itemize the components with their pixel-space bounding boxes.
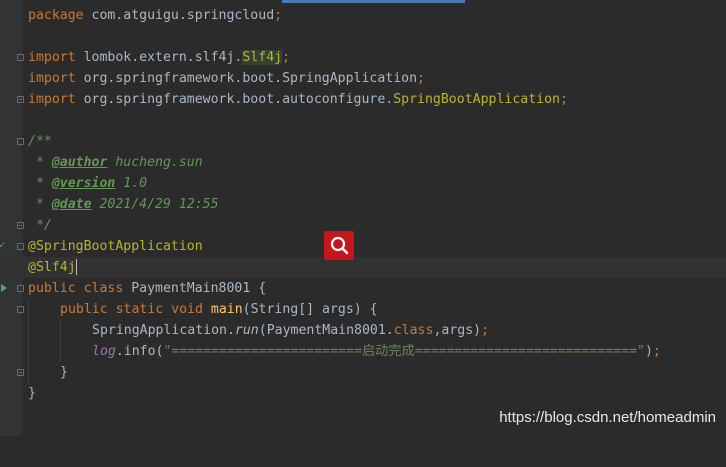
search-badge[interactable] [324,231,354,260]
indent-guide [28,362,29,383]
annotation-springbootapplication: @SpringBootApplication [28,239,203,254]
string-literal: "========================启动完成===========… [163,344,645,359]
keyword-public-class: public class [28,281,124,296]
horizontal-scroll-thumb[interactable] [282,0,465,3]
semicolon: ; [282,50,291,65]
doc-comment-prefix: * [28,197,52,212]
doc-tag-version: @version [51,176,116,191]
code-line-2[interactable] [0,26,726,47]
code-line-4[interactable]: import org.springframework.boot.SpringAp… [0,68,726,89]
magnifier-search-icon [330,236,349,255]
code-line-16[interactable]: SpringApplication.run(PaymentMain8001.cl… [0,320,726,341]
code-line-12[interactable]: ✓ @SpringBootApplication [0,236,726,257]
code-line-7[interactable]: /** [0,131,726,152]
fold-start-icon[interactable] [17,285,24,292]
code-line-9[interactable]: * @version 1.0 [0,173,726,194]
method-close-brace: } [60,365,68,380]
keyword-import: import [28,92,76,107]
import-path: org.springframework.boot.SpringApplicati… [75,71,418,86]
code-line-8[interactable]: * @author hucheng.sun [0,152,726,173]
code-editor[interactable]: package com.atguigu.springcloud; import … [0,0,726,436]
run-triangle-icon[interactable] [1,284,7,292]
fold-end-icon[interactable] [17,222,24,229]
code-line-18[interactable]: } [0,362,726,383]
code-line-1[interactable]: package com.atguigu.springcloud; [0,5,726,26]
code-line-15[interactable]: public static void main(String[] args) { [0,299,726,320]
doc-comment-prefix: * [28,155,52,170]
method-params: (String[] args) { [242,302,378,317]
run-args-rest: ,args) [433,323,482,338]
indent-guide [60,320,61,341]
annotation-slf4j: @Slf4j [28,260,76,275]
doc-value-version: 1.0 [115,176,148,191]
import-path: org.springframework.boot.autoconfigure. [75,92,394,107]
doc-tag-author: @author [51,155,108,170]
import-class-slf4j: Slf4j [242,50,283,65]
code-line-19[interactable]: } [0,383,726,404]
fold-start-icon[interactable] [17,54,24,61]
method-main: main [210,302,243,317]
class-springapplication: SpringApplication. [92,323,235,338]
code-area[interactable]: package com.atguigu.springcloud; import … [0,5,726,404]
doc-comment-prefix: * [28,176,52,191]
keyword-public-static-void: public static void [60,302,203,317]
close-paren: ) [644,344,653,359]
static-method-run: run [234,323,259,338]
doc-value-date: 2021/4/29 12:55 [91,197,219,212]
indent-guide [28,341,29,362]
doc-comment-open: /** [28,134,52,149]
fold-end-icon[interactable] [17,96,24,103]
field-log: log [92,344,116,359]
keyword-package: package [28,8,84,23]
semicolon: ; [652,344,661,359]
semicolon: ; [274,8,283,23]
spring-bean-icon[interactable]: ✓ [0,241,5,251]
keyword-class: class [393,323,434,338]
semicolon: ; [481,323,490,338]
run-args: (PaymentMain8001. [258,323,394,338]
fold-start-icon[interactable] [17,306,24,313]
doc-value-author: hucheng.sun [107,155,203,170]
indent-guide [28,320,29,341]
fold-start-icon[interactable] [17,243,24,250]
code-line-14[interactable]: public class PaymentMain8001 { [0,278,726,299]
text-caret [75,259,77,275]
code-line-5[interactable]: import org.springframework.boot.autoconf… [0,89,726,110]
import-class-springbootapplication: SpringBootApplication [393,92,560,107]
method-info: .info( [115,344,164,359]
code-line-17[interactable]: log.info("========================启动完成==… [0,341,726,362]
code-line-11[interactable]: */ [0,215,726,236]
semicolon: ; [559,92,568,107]
doc-tag-date: @date [51,197,92,212]
class-declaration: PaymentMain8001 { [123,281,267,296]
code-line-6[interactable] [0,110,726,131]
watermark-url: https://blog.csdn.net/homeadmin [499,409,716,426]
code-line-13-current[interactable]: @Slf4j [0,257,726,278]
keyword-import: import [28,50,76,65]
code-line-3[interactable]: import lombok.extern.slf4j.Slf4j; [0,47,726,68]
semicolon: ; [417,71,425,86]
fold-start-icon[interactable] [17,138,24,145]
doc-comment-close: */ [28,218,52,233]
indent-guide [28,299,29,320]
class-close-brace: } [28,386,36,401]
fold-end-icon[interactable] [17,369,24,376]
import-path: lombok.extern.slf4j. [75,50,243,65]
keyword-import: import [28,71,76,86]
indent-guide [60,341,61,362]
package-name: com.atguigu.springcloud [83,8,275,23]
code-line-10[interactable]: * @date 2021/4/29 12:55 [0,194,726,215]
